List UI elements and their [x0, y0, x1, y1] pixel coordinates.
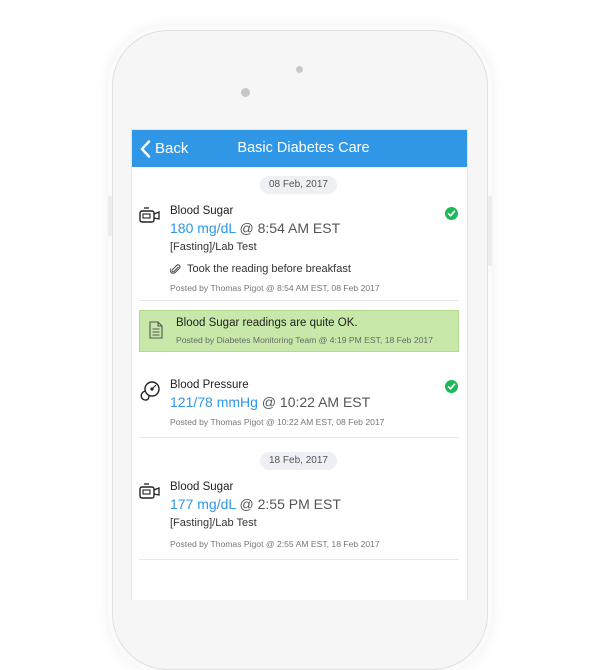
reading-value: 180 mg/dL	[170, 220, 236, 236]
divider	[139, 559, 459, 560]
stethoscope-icon	[140, 381, 160, 401]
entry-subtype: [Fasting]/Lab Test	[170, 517, 257, 529]
reading-value: 177 mg/dL	[170, 496, 236, 512]
reading-time: @ 2:55 PM EST	[235, 496, 341, 512]
divider	[139, 300, 459, 301]
message-text: Blood Sugar readings are quite OK.	[176, 317, 358, 329]
reading-time: @ 8:54 AM EST	[235, 220, 341, 236]
phone-speaker	[296, 66, 303, 73]
check-icon	[445, 207, 458, 220]
glucose-meter-icon	[139, 207, 160, 223]
entry-posted: Posted by Thomas Pigot @ 2:55 AM EST, 18…	[170, 539, 380, 549]
entry-type: Blood Sugar	[170, 205, 234, 217]
entry-type: Blood Pressure	[170, 379, 249, 391]
phone-side-button	[108, 196, 112, 236]
entry-reading: 121/78 mmHg @ 10:22 AM EST	[170, 394, 370, 410]
entry-reading: 177 mg/dL @ 2:55 PM EST	[170, 496, 341, 512]
check-icon	[445, 380, 458, 393]
reading-time: @ 10:22 AM EST	[257, 394, 371, 410]
entry-type: Blood Sugar	[170, 481, 234, 493]
app-screen: Back Basic Diabetes Care 08 Feb, 2017 Bl…	[131, 129, 468, 600]
chevron-left-icon	[140, 139, 151, 158]
phone-camera	[241, 88, 250, 97]
note-text: Took the reading before breakfast	[187, 263, 351, 275]
reading-value: 121/78 mmHg	[170, 394, 258, 410]
divider	[139, 437, 459, 438]
message-posted: Posted by Diabetes Monitoring Team @ 4:1…	[176, 335, 433, 345]
date-separator: 18 Feb, 2017	[260, 452, 337, 470]
navigation-bar: Back Basic Diabetes Care	[132, 130, 467, 167]
paperclip-icon	[170, 263, 181, 274]
entry-posted: Posted by Thomas Pigot @ 8:54 AM EST, 08…	[170, 283, 380, 293]
entry-posted: Posted by Thomas Pigot @ 10:22 AM EST, 0…	[170, 417, 385, 427]
document-icon	[149, 321, 163, 339]
entry-note: Took the reading before breakfast	[170, 263, 351, 275]
back-label: Back	[155, 140, 189, 157]
date-separator: 08 Feb, 2017	[260, 176, 337, 194]
glucose-meter-icon	[139, 483, 160, 499]
message-card[interactable]: Blood Sugar readings are quite OK. Poste…	[139, 310, 459, 352]
back-button[interactable]: Back	[140, 130, 188, 167]
entry-reading: 180 mg/dL @ 8:54 AM EST	[170, 220, 340, 236]
phone-power-button	[488, 196, 492, 266]
entry-subtype: [Fasting]/Lab Test	[170, 241, 257, 253]
